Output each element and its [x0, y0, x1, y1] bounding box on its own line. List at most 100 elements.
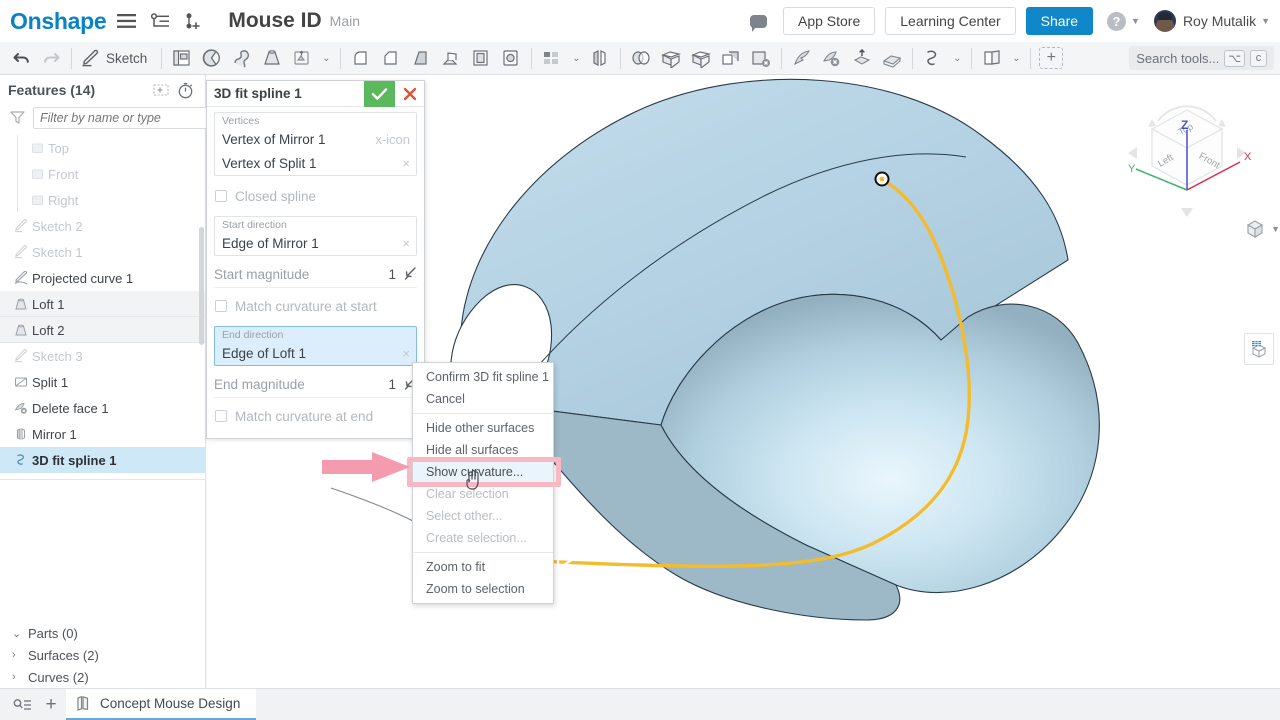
cancel-button[interactable] — [395, 81, 424, 107]
remove-icon[interactable]: × — [402, 346, 410, 361]
view-cube[interactable]: Top Left Front X Y Z — [1122, 93, 1252, 223]
app-store-button[interactable]: App Store — [782, 7, 876, 35]
match-curvature-end-checkbox[interactable]: Match curvature at end — [215, 404, 417, 428]
solids-dropdown-caret[interactable]: ⌄ — [317, 44, 335, 72]
rib-icon[interactable] — [436, 44, 466, 72]
tree-item-delete-face-1[interactable]: Delete face 1 — [0, 395, 205, 421]
context-item-clear-selection[interactable]: Clear selection — [413, 483, 553, 505]
tree-item-mirror-1[interactable]: Mirror 1 — [0, 421, 205, 447]
context-item-create-selection[interactable]: Create selection... — [413, 527, 553, 549]
share-button[interactable]: Share — [1025, 7, 1094, 35]
sketch-button[interactable]: Sketch — [77, 44, 156, 72]
match-curvature-start-checkbox[interactable]: Match curvature at start — [215, 294, 417, 318]
remove-icon[interactable]: x-icon — [375, 132, 410, 147]
context-item-zoom-to-selection[interactable]: Zoom to selection — [413, 578, 553, 600]
comment-icon[interactable] — [745, 7, 773, 35]
filter-input[interactable] — [33, 107, 210, 129]
move-face-up-icon[interactable] — [847, 44, 877, 72]
end-direction-item[interactable]: Edge of Loft 1 × — [215, 341, 416, 365]
feature-dialog[interactable]: 3D fit spline 1 Vertices Vertex of Mirro… — [206, 80, 425, 439]
delete-part-icon[interactable] — [746, 44, 776, 72]
plane-dropdown-caret[interactable]: ⌄ — [1007, 44, 1025, 72]
extrude-icon[interactable] — [167, 44, 197, 72]
curve-icon[interactable] — [918, 44, 948, 72]
document-title[interactable]: Mouse ID — [228, 9, 321, 33]
vertices-group[interactable]: Vertices Vertex of Mirror 1 x-icon Verte… — [214, 112, 417, 176]
context-item-zoom-to-fit[interactable]: Zoom to fit — [413, 556, 553, 578]
revolve-icon[interactable] — [197, 44, 227, 72]
tree-item-front[interactable]: Front — [0, 161, 205, 187]
tree-item-loft-1[interactable]: Loft 1 — [0, 291, 205, 317]
tree-item-top[interactable]: Top — [0, 135, 205, 161]
search-tools-input[interactable]: Search tools... ⌥ c — [1129, 46, 1274, 70]
document-branch[interactable]: Main — [330, 13, 360, 29]
context-item-hide-other-surfaces[interactable]: Hide other surfaces — [413, 417, 553, 439]
loft-icon[interactable] — [257, 44, 287, 72]
curve-dropdown-caret[interactable]: ⌄ — [948, 44, 966, 72]
onshape-logo[interactable]: Onshape — [10, 8, 107, 35]
sweep-icon[interactable] — [227, 44, 257, 72]
hamburger-icon[interactable] — [112, 7, 140, 35]
section-parts[interactable]: ⌄ Parts (0) — [0, 622, 205, 644]
section-surfaces[interactable]: › Surfaces (2) — [0, 644, 205, 666]
view-style-menu[interactable]: ▼ — [1244, 218, 1280, 240]
closed-spline-checkbox[interactable]: Closed spline — [215, 184, 417, 208]
add-folder-icon[interactable] — [149, 79, 173, 101]
context-item-hide-all-surfaces[interactable]: Hide all surfaces — [413, 439, 553, 461]
history-timer-icon[interactable] — [173, 79, 197, 101]
pattern-dropdown-caret[interactable]: ⌄ — [567, 44, 585, 72]
replace-face-icon[interactable] — [877, 44, 907, 72]
end-magnitude-row[interactable]: End magnitude 1 — [214, 374, 417, 398]
mirror-icon[interactable] — [585, 44, 615, 72]
tree-item-projected-curve-1[interactable]: Projected curve 1 — [0, 265, 205, 291]
feature-tree-scrollbar[interactable] — [199, 227, 204, 345]
redo-icon[interactable] — [36, 44, 66, 72]
vertex-item[interactable]: Vertex of Mirror 1 x-icon — [215, 127, 416, 151]
render-grid-button[interactable] — [1244, 333, 1274, 365]
tree-item-loft-2[interactable]: Loft 2 — [0, 317, 205, 343]
start-direction-group[interactable]: Start direction Edge of Mirror 1 × — [214, 216, 417, 256]
chamfer-icon[interactable] — [376, 44, 406, 72]
feature-tree[interactable]: Top Front Right Sketch 2 Sketch 1 Projec… — [0, 135, 205, 616]
start-magnitude-row[interactable]: Start magnitude 1 — [214, 264, 417, 288]
learning-center-button[interactable]: Learning Center — [885, 7, 1016, 35]
help-menu[interactable]: ? ▼ — [1107, 11, 1140, 31]
context-item-show-curvature[interactable]: Show curvature... — [413, 461, 553, 483]
delete-face-icon[interactable] — [817, 44, 847, 72]
spline-start-vertex[interactable] — [874, 171, 890, 187]
split-icon[interactable] — [656, 44, 686, 72]
transform-icon[interactable] — [716, 44, 746, 72]
thicken-icon[interactable] — [287, 44, 317, 72]
linear-pattern-icon[interactable] — [537, 44, 567, 72]
funnel-icon[interactable] — [10, 110, 25, 127]
confirm-button[interactable] — [364, 80, 395, 107]
context-item-cancel[interactable]: Cancel — [413, 388, 553, 410]
plane-icon[interactable] — [977, 44, 1007, 72]
add-tool-button[interactable]: + — [1036, 44, 1066, 72]
remove-icon[interactable]: × — [402, 156, 410, 171]
add-tab-icon[interactable]: + — [36, 693, 66, 717]
vertex-item[interactable]: Vertex of Split 1 × — [215, 151, 416, 175]
context-item-confirm[interactable]: Confirm 3D fit spline 1 — [413, 366, 553, 388]
fillet-icon[interactable] — [346, 44, 376, 72]
element-filter-icon[interactable] — [8, 693, 36, 717]
tree-item-sketch-1[interactable]: Sketch 1 — [0, 239, 205, 265]
enclose-icon[interactable] — [686, 44, 716, 72]
context-menu[interactable]: Confirm 3D fit spline 1 Cancel Hide othe… — [407, 362, 561, 604]
context-item-select-other[interactable]: Select other... — [413, 505, 553, 527]
draft-icon[interactable] — [406, 44, 436, 72]
end-direction-group[interactable]: End direction Edge of Loft 1 × — [214, 326, 417, 366]
tree-item-sketch-2[interactable]: Sketch 2 — [0, 213, 205, 239]
tree-item-right[interactable]: Right — [0, 187, 205, 213]
boolean-icon[interactable] — [626, 44, 656, 72]
hole-icon[interactable] — [496, 44, 526, 72]
add-version-icon[interactable] — [180, 7, 208, 35]
flip-direction-icon[interactable] — [402, 266, 417, 284]
feature-tree-scroll[interactable]: Top Front Right Sketch 2 Sketch 1 Projec… — [0, 135, 205, 616]
start-direction-item[interactable]: Edge of Mirror 1 × — [215, 231, 416, 255]
tree-item-sketch-3[interactable]: Sketch 3 — [0, 343, 205, 369]
undo-icon[interactable] — [6, 44, 36, 72]
document-tree-icon[interactable] — [146, 7, 174, 35]
user-menu[interactable]: Roy Mutalik ▼ — [1153, 10, 1270, 32]
tab-concept-mouse-design[interactable]: Concept Mouse Design — [66, 688, 257, 720]
